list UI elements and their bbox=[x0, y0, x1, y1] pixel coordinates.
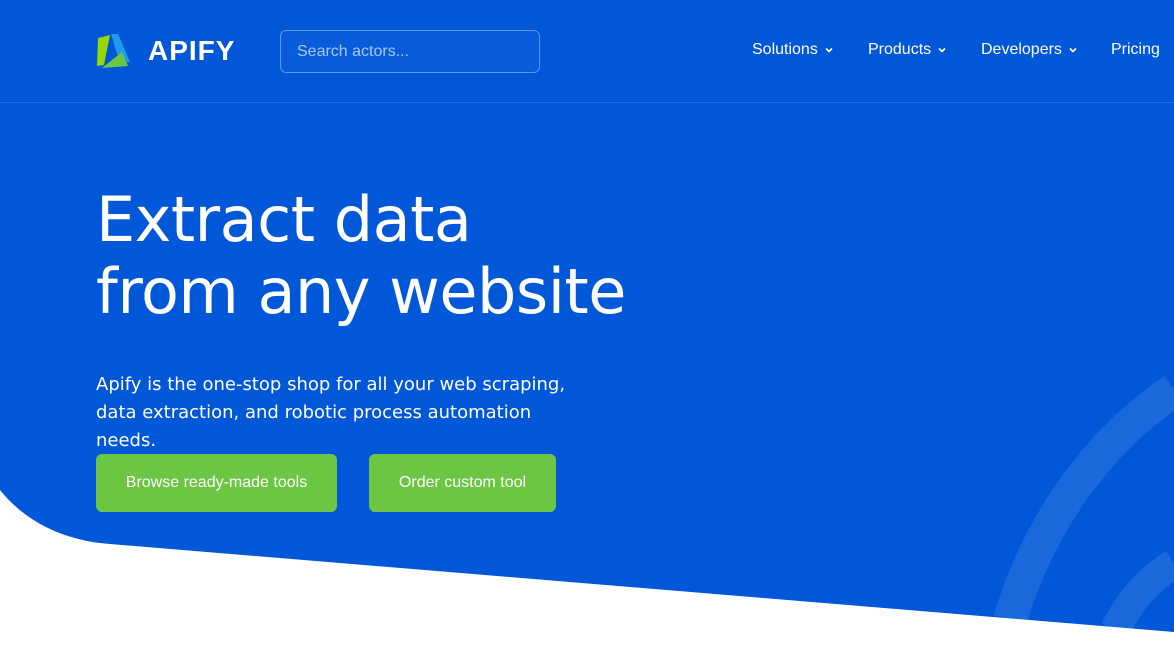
chevron-down-icon bbox=[825, 47, 833, 53]
nav-products-label: Products bbox=[868, 41, 932, 58]
order-custom-tool-button[interactable]: Order custom tool bbox=[369, 454, 556, 512]
nav-products[interactable]: Products bbox=[868, 41, 947, 59]
nav-solutions[interactable]: Solutions bbox=[752, 41, 834, 59]
hero-headline: Extract data from any website bbox=[96, 184, 626, 328]
nav-solutions-label: Solutions bbox=[752, 41, 818, 58]
browse-tools-button[interactable]: Browse ready-made tools bbox=[96, 454, 337, 512]
apify-logo-icon bbox=[97, 34, 130, 68]
nav-developers[interactable]: Developers bbox=[981, 41, 1078, 59]
hero-subtitle: Apify is the one-stop shop for all your … bbox=[96, 371, 596, 455]
chevron-down-icon bbox=[1069, 47, 1077, 53]
chevron-down-icon bbox=[938, 47, 946, 53]
hero-subtitle-line-2: data extraction, and robotic process aut… bbox=[96, 402, 532, 451]
hero-headline-line-1: Extract data bbox=[96, 183, 472, 256]
hero-subtitle-line-1: Apify is the one-stop shop for all your … bbox=[96, 374, 566, 395]
brand-logo[interactable]: APIFY bbox=[96, 32, 235, 70]
top-navigation: APIFY Solutions Products Developers Pric… bbox=[0, 0, 1174, 103]
search-box bbox=[280, 30, 540, 73]
search-input[interactable] bbox=[281, 31, 539, 72]
hero-headline-line-2: from any website bbox=[96, 255, 626, 328]
nav-pricing-label: Pricing bbox=[1111, 41, 1160, 58]
nav-pricing[interactable]: Pricing bbox=[1111, 41, 1160, 59]
nav-developers-label: Developers bbox=[981, 41, 1062, 58]
brand-name: APIFY bbox=[148, 35, 236, 66]
